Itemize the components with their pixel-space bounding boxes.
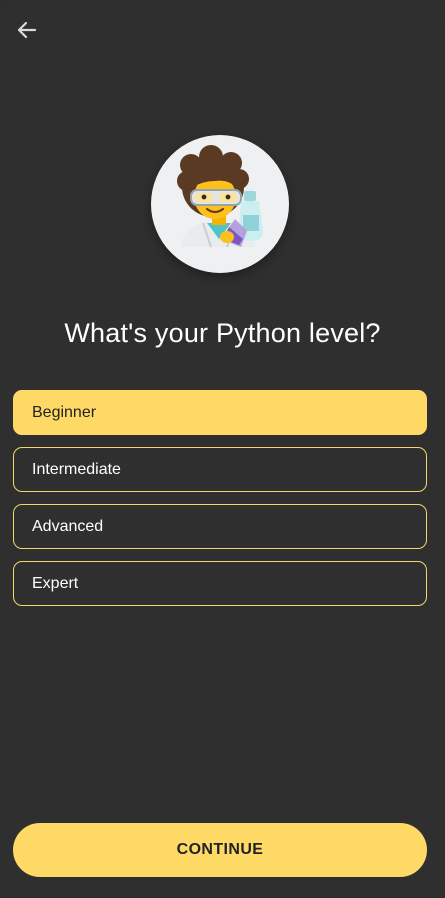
continue-button[interactable]: CONTINUE [13, 823, 427, 877]
option-label: Advanced [32, 517, 104, 535]
level-selection-screen: What's your Python level? Beginner Inter… [0, 0, 445, 898]
option-beginner[interactable]: Beginner [13, 390, 427, 435]
option-advanced[interactable]: Advanced [13, 504, 427, 549]
scientist-avatar [151, 135, 289, 273]
scientist-emoji-icon [177, 145, 263, 248]
back-button[interactable] [10, 14, 44, 46]
option-expert[interactable]: Expert [13, 561, 427, 606]
option-label: Expert [32, 574, 79, 592]
option-label: Intermediate [32, 460, 121, 478]
option-label: Beginner [32, 403, 97, 421]
question-title: What's your Python level? [64, 318, 381, 348]
option-intermediate[interactable]: Intermediate [13, 447, 427, 492]
level-options: Beginner Intermediate Advanced Expert [13, 390, 427, 618]
arrow-left-icon [17, 21, 37, 39]
